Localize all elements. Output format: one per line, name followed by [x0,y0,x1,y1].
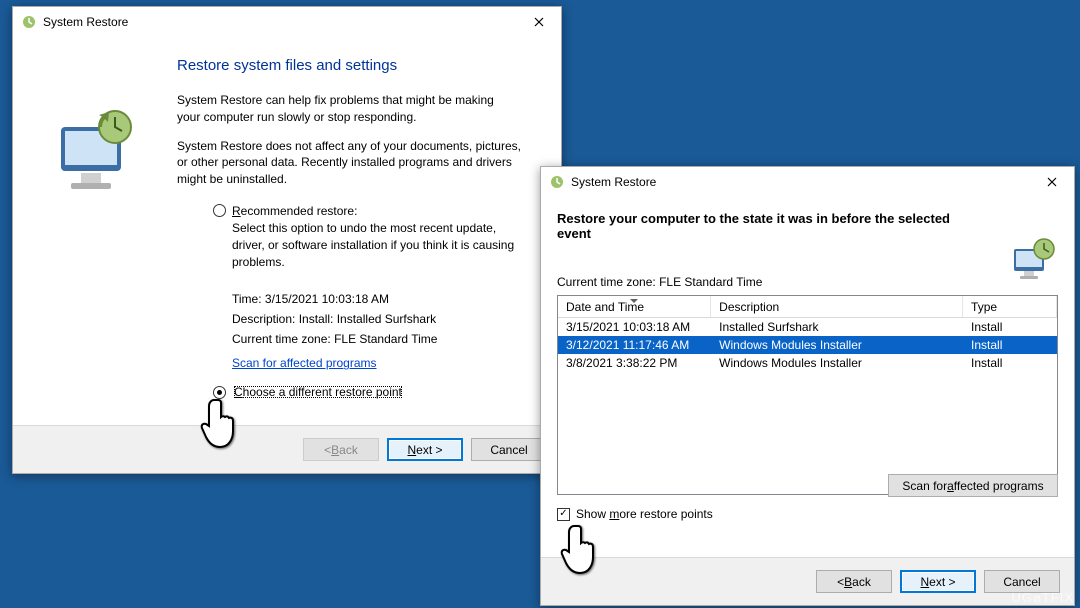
radio-choose-different[interactable]: Choose a different restore point [213,384,537,400]
table-body: 3/15/2021 10:03:18 AMInstalled Surfshark… [558,318,1057,372]
restore-icon [549,174,565,190]
col-date[interactable]: Date and Time [558,296,711,317]
window-body: Restore your computer to the state it wa… [541,197,1074,559]
col-type[interactable]: Type [963,296,1057,317]
cell-date: 3/12/2021 11:17:46 AM [558,336,711,354]
cell-desc: Windows Modules Installer [711,336,963,354]
restore-time: Time: 3/15/2021 10:03:18 AM [232,292,537,306]
watermark: UG⌀TFIX [1012,590,1075,606]
restore-description: Description: Install: Installed Surfshar… [232,312,537,326]
intro-text-1: System Restore can help fix problems tha… [177,92,507,126]
cell-desc: Installed Surfshark [711,318,963,336]
back-button: < Back [303,438,379,461]
table-row[interactable]: 3/12/2021 11:17:46 AMWindows Modules Ins… [558,336,1057,354]
cell-type: Install [963,354,1057,372]
page-heading: Restore system files and settings [177,57,537,74]
cancel-button[interactable]: Cancel [471,438,547,461]
restore-timezone: Current time zone: FLE Standard Time [232,332,537,346]
table-row[interactable]: 3/15/2021 10:03:18 AMInstalled Surfshark… [558,318,1057,336]
timezone-label: Current time zone: FLE Standard Time [557,275,1058,289]
close-button[interactable] [1029,167,1074,197]
scan-affected-button[interactable]: Scan for affected programs [888,474,1058,497]
show-more-restore-points[interactable]: ✓ Show more restore points [557,507,1058,521]
close-button[interactable] [516,7,561,37]
radio-icon [213,386,226,399]
restore-icon [21,14,37,30]
titlebar: System Restore [541,167,1074,197]
scan-affected-link[interactable]: Scan for affected programs [232,356,377,370]
checkbox-label: Show more restore points [576,507,713,521]
system-restore-hero-icon [1010,235,1058,283]
radio-label: Recommended restore: [232,204,357,218]
wizard-footer: < Back Next > Cancel [541,557,1074,605]
recommended-desc: Select this option to undo the most rece… [232,220,532,270]
table-row[interactable]: 3/8/2021 3:38:22 PMWindows Modules Insta… [558,354,1057,372]
table-header: Date and Time Description Type [558,296,1057,318]
cell-type: Install [963,336,1057,354]
page-heading: Restore your computer to the state it wa… [557,211,987,241]
radio-label: Choose a different restore point [232,384,404,400]
cell-type: Install [963,318,1057,336]
next-button[interactable]: Next > [387,438,463,461]
col-description[interactable]: Description [711,296,963,317]
wizard-footer: < Back Next > Cancel [13,425,561,473]
system-restore-hero-icon [53,107,143,207]
system-restore-wizard-step1: System Restore Restore system files and … [12,6,562,474]
titlebar: System Restore [13,7,561,37]
window-title: System Restore [43,15,128,29]
restore-points-table[interactable]: Date and Time Description Type 3/15/2021… [557,295,1058,495]
next-button[interactable]: Next > [900,570,976,593]
system-restore-wizard-step2: System Restore Restore your computer to … [540,166,1075,606]
cell-date: 3/15/2021 10:03:18 AM [558,318,711,336]
back-button[interactable]: < Back [816,570,892,593]
intro-text-2: System Restore does not affect any of yo… [177,138,527,188]
radio-recommended-restore[interactable]: Recommended restore: [213,204,537,218]
radio-icon [213,204,226,217]
window-title: System Restore [571,175,656,189]
checkbox-icon: ✓ [557,508,570,521]
cell-date: 3/8/2021 3:38:22 PM [558,354,711,372]
cell-desc: Windows Modules Installer [711,354,963,372]
window-body: Restore system files and settings System… [13,37,561,427]
